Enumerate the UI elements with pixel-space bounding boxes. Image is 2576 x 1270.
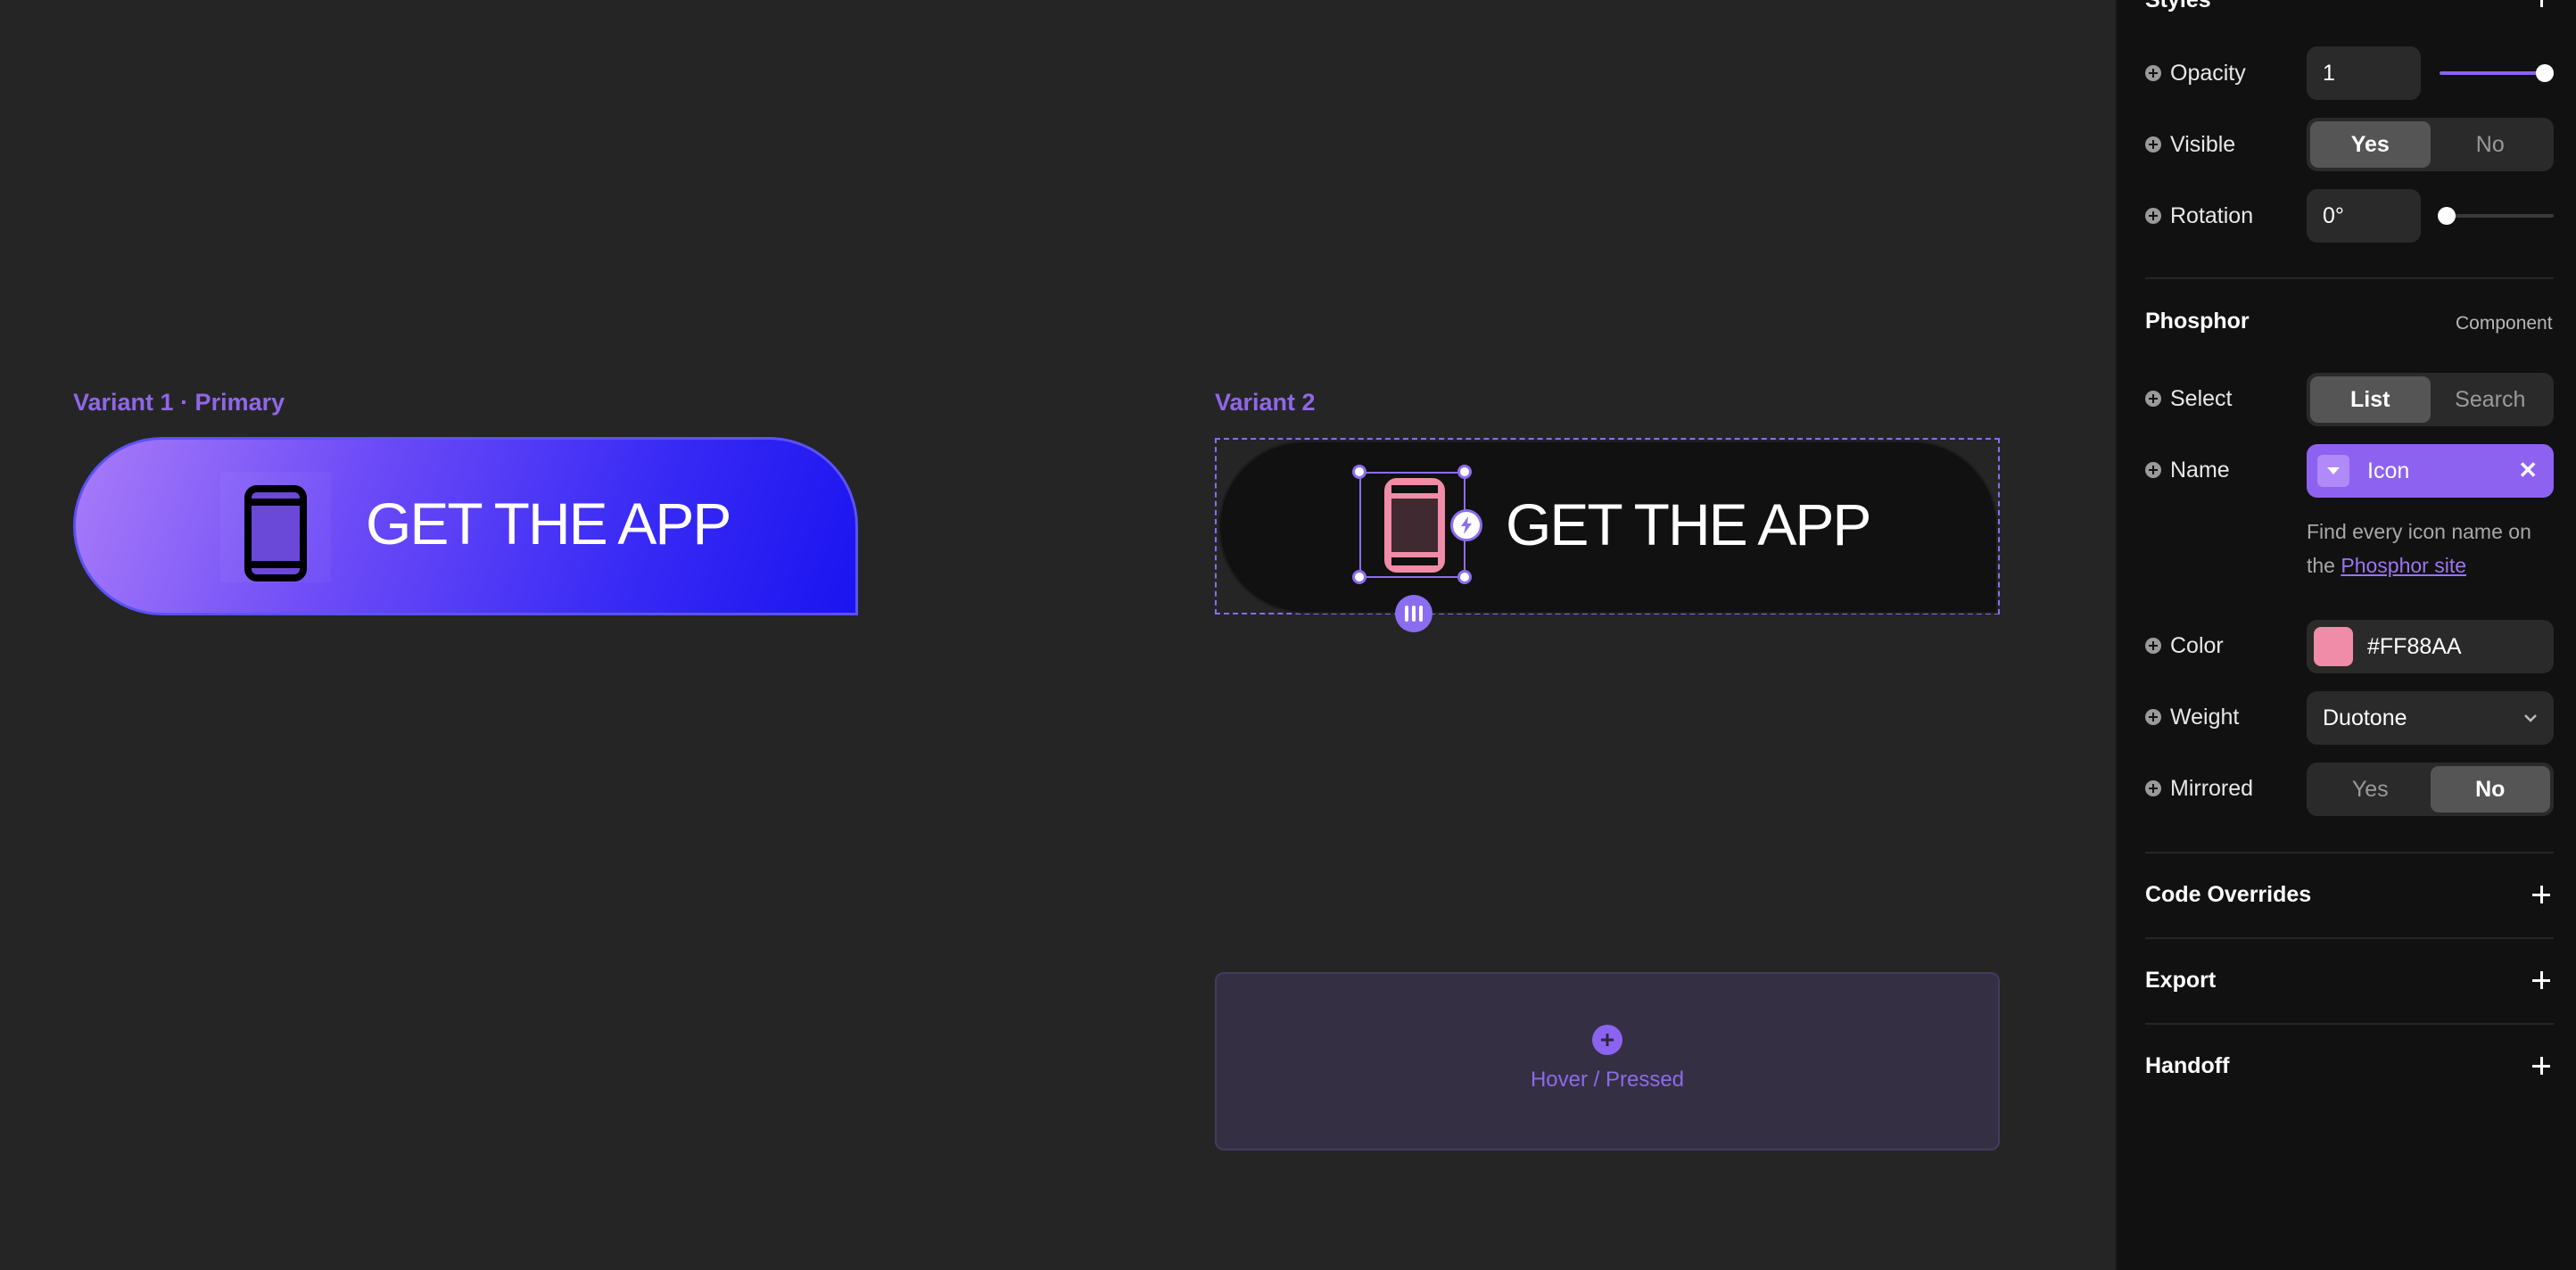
opacity-slider-knob[interactable]: [2536, 64, 2554, 82]
mirrored-yes[interactable]: Yes: [2310, 766, 2431, 812]
export-section[interactable]: Export: [2145, 968, 2216, 994]
mirrored-no[interactable]: No: [2430, 766, 2550, 812]
mirrored-toggle[interactable]: Yes No: [2307, 763, 2554, 816]
mirrored-label[interactable]: Mirrored: [2145, 771, 2253, 806]
divider: [2145, 277, 2554, 279]
handoff-section[interactable]: Handoff: [2145, 1053, 2229, 1079]
add-variable-icon[interactable]: [2145, 638, 2161, 654]
interaction-button[interactable]: [1450, 509, 1482, 541]
icon-name-value: Icon: [2367, 458, 2410, 483]
select-search[interactable]: Search: [2431, 376, 2551, 423]
add-variable-icon[interactable]: [2145, 462, 2161, 478]
visible-no[interactable]: No: [2431, 121, 2551, 168]
visible-yes[interactable]: Yes: [2310, 121, 2431, 168]
opacity-slider-track[interactable]: [2440, 71, 2547, 75]
hover-pressed-label: Hover / Pressed: [1530, 1068, 1685, 1092]
color-swatch[interactable]: [2314, 627, 2353, 666]
weight-select[interactable]: Duotone: [2307, 691, 2554, 745]
add-variable-icon[interactable]: [2145, 65, 2161, 81]
name-label[interactable]: Name: [2145, 452, 2230, 488]
select-list[interactable]: List: [2310, 376, 2431, 423]
chevron-down-icon: [2524, 714, 2537, 722]
add-variable-icon[interactable]: [2145, 136, 2161, 153]
resize-handle-top-left[interactable]: [1352, 465, 1366, 479]
canvas[interactable]: Variant 1 · Primary GET THE APP Variant …: [0, 0, 2115, 1270]
component-label: Component: [2456, 313, 2553, 334]
divider: [2145, 937, 2554, 939]
handoff-add-icon[interactable]: [2532, 1057, 2550, 1075]
styles-section-title: Styles: [2145, 0, 2211, 12]
code-overrides-section[interactable]: Code Overrides: [2145, 882, 2311, 908]
resize-handle-top-right[interactable]: [1457, 465, 1472, 479]
add-variable-icon[interactable]: [2145, 780, 2161, 796]
visible-toggle[interactable]: Yes No: [2307, 118, 2554, 171]
add-variable-icon[interactable]: [2145, 208, 2161, 224]
color-input[interactable]: #FF88AA: [2307, 620, 2554, 673]
select-label[interactable]: Select: [2145, 381, 2232, 416]
opacity-input[interactable]: 1: [2307, 46, 2421, 100]
variant-1-button-text: GET THE APP: [366, 491, 731, 557]
divider: [2145, 1023, 2554, 1025]
icon-name-dropdown[interactable]: Icon ✕: [2307, 444, 2554, 498]
resize-handle-bottom-right[interactable]: [1457, 570, 1472, 584]
select-mode-toggle[interactable]: List Search: [2307, 373, 2554, 426]
rotation-label[interactable]: Rotation: [2145, 198, 2253, 234]
visible-label[interactable]: Visible: [2145, 127, 2235, 162]
add-variable-icon[interactable]: [2145, 709, 2161, 725]
add-variable-icon[interactable]: [2145, 391, 2161, 407]
rotation-slider-track[interactable]: [2448, 214, 2554, 218]
dropdown-arrow-icon[interactable]: [2317, 455, 2349, 487]
export-add-icon[interactable]: [2532, 971, 2550, 989]
device-mobile-icon[interactable]: [1383, 477, 1446, 573]
clear-icon[interactable]: ✕: [2518, 457, 2538, 484]
lightning-icon: [1461, 516, 1472, 534]
variant-2-button[interactable]: GET THE APP: [1218, 441, 1998, 614]
resize-handle-bottom-left[interactable]: [1352, 570, 1366, 584]
stack-drag-handle[interactable]: [1395, 595, 1432, 632]
add-variant-icon[interactable]: [1592, 1025, 1622, 1055]
rotation-input[interactable]: 0°: [2307, 189, 2421, 243]
variant-2-label[interactable]: Variant 2: [1215, 389, 1316, 416]
opacity-label[interactable]: Opacity: [2145, 55, 2246, 91]
rotation-slider-knob[interactable]: [2438, 207, 2456, 225]
properties-panel: Styles Opacity 1 Visible Yes No Rotation…: [2115, 0, 2576, 1270]
phosphor-hint: Find every icon name on the Phosphor sit…: [2307, 520, 2531, 577]
weight-value: Duotone: [2323, 705, 2407, 730]
color-label[interactable]: Color: [2145, 628, 2224, 664]
weight-label[interactable]: Weight: [2145, 699, 2239, 735]
variant-2-button-text: GET THE APP: [1506, 491, 1871, 557]
styles-add-icon[interactable]: [2532, 0, 2550, 7]
phosphor-site-link[interactable]: Phosphor site: [2341, 554, 2466, 577]
divider: [2145, 852, 2554, 854]
variant-1-button[interactable]: GET THE APP: [73, 437, 858, 615]
code-overrides-add-icon[interactable]: [2532, 886, 2550, 903]
device-mobile-icon: [244, 485, 307, 581]
variant-1-label[interactable]: Variant 1 · Primary: [73, 389, 285, 416]
color-hex-value: #FF88AA: [2367, 633, 2462, 659]
phosphor-section-title: Phosphor: [2145, 309, 2250, 334]
hover-pressed-variant-placeholder[interactable]: Hover / Pressed: [1215, 972, 2000, 1150]
